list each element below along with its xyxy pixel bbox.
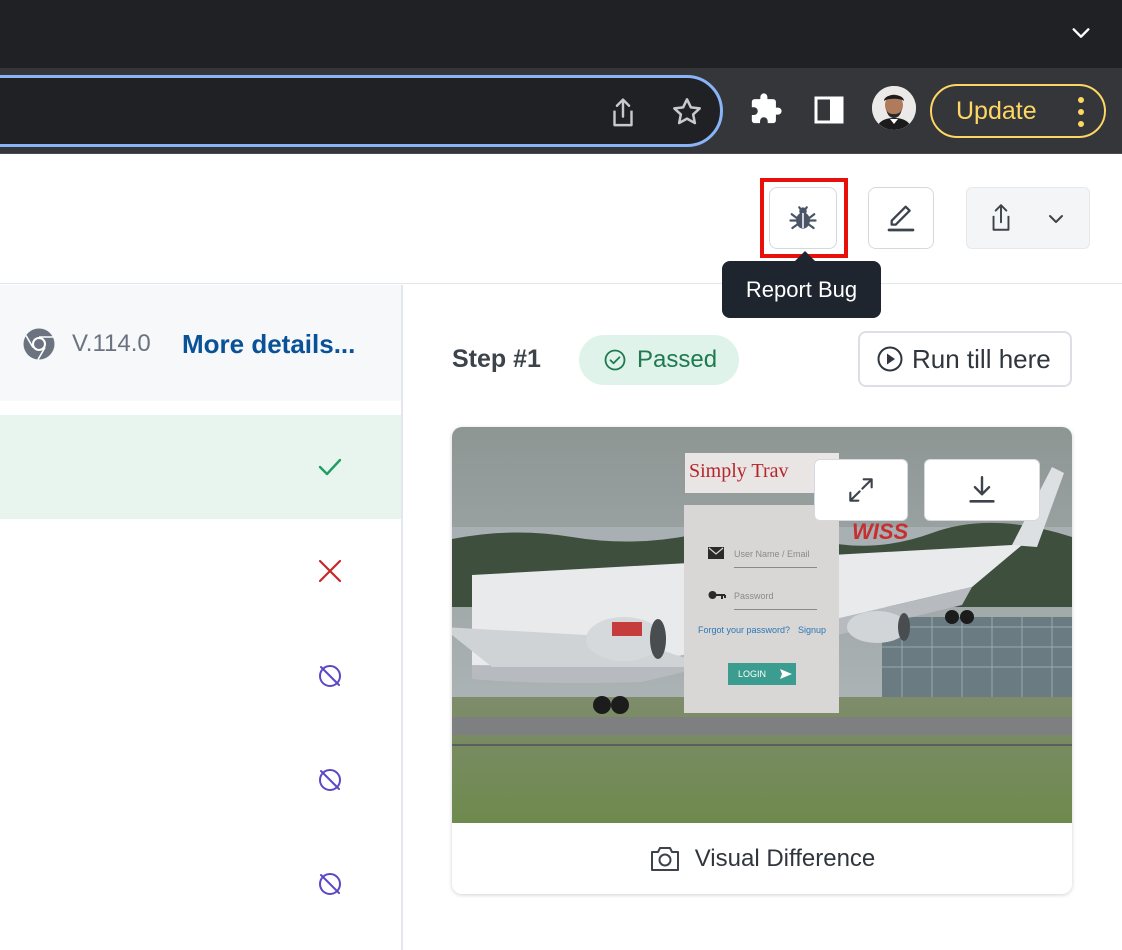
test-step-row[interactable]	[0, 728, 401, 832]
username-placeholder: User Name / Email	[734, 549, 810, 559]
update-label: Update	[956, 96, 1037, 125]
failed-x-icon	[318, 559, 342, 583]
update-chrome-button[interactable]: Update	[930, 84, 1106, 138]
chrome-menu-icon[interactable]	[1078, 97, 1084, 127]
visual-difference-label: Visual Difference	[694, 844, 876, 872]
report-bug-tooltip: Report Bug	[722, 251, 881, 318]
profile-photo-icon	[872, 86, 916, 130]
edit-button[interactable]	[868, 187, 934, 249]
test-step-row[interactable]	[0, 624, 401, 728]
chevron-down-icon	[1049, 215, 1063, 223]
test-step-row[interactable]	[0, 832, 401, 936]
visual-difference-button[interactable]: Visual Difference	[452, 823, 1072, 894]
login-label: LOGIN	[738, 669, 767, 679]
extensions-puzzle-icon[interactable]	[749, 92, 783, 126]
envelope-icon	[708, 547, 724, 559]
skipped-icon	[319, 665, 341, 687]
report-bug-button[interactable]	[769, 187, 837, 249]
airline-livery-text: WISS	[852, 519, 909, 544]
check-circle-icon	[604, 349, 626, 371]
tab-search-chevron-icon[interactable]	[1070, 22, 1092, 44]
app-header	[0, 155, 1122, 284]
play-circle-icon	[877, 346, 903, 372]
share-dropdown[interactable]	[966, 187, 1090, 249]
forgot-password-link: Forgot your password?	[698, 625, 791, 635]
run-till-here-button[interactable]: Run till here	[858, 331, 1072, 387]
step-screenshot[interactable]: WISS Simply Trav User Name / Email Passw…	[452, 427, 1072, 823]
environment-header: V.114.0 More details...	[0, 285, 401, 401]
more-details-link[interactable]: More details...	[182, 329, 355, 360]
browser-tab-strip	[0, 0, 1122, 68]
test-results-panel: V.114.0 More details...	[0, 285, 403, 950]
download-icon	[969, 476, 995, 503]
skipped-icon	[319, 873, 341, 895]
address-bar[interactable]	[0, 75, 723, 147]
browser-toolbar: Update	[0, 68, 1122, 154]
password-placeholder: Password	[734, 591, 774, 601]
bug-icon	[789, 206, 817, 230]
share-page-icon[interactable]	[608, 96, 638, 130]
tooltip-text: Report Bug	[745, 276, 858, 302]
download-screenshot-button[interactable]	[924, 459, 1040, 521]
check-icon	[318, 458, 342, 476]
step-title: Step #1	[452, 345, 541, 373]
pencil-icon	[887, 205, 915, 232]
test-step-row[interactable]	[0, 519, 401, 623]
share-icon	[992, 204, 1010, 231]
username-underline	[734, 567, 817, 568]
send-arrow-icon	[780, 669, 793, 679]
chrome-browser-icon	[23, 328, 55, 360]
signup-link: Signup	[798, 625, 827, 635]
camera-icon	[650, 846, 679, 871]
key-icon	[708, 591, 726, 599]
status-badge: Passed	[579, 335, 739, 385]
profile-avatar[interactable]	[872, 86, 916, 130]
password-underline	[734, 609, 817, 610]
expand-screenshot-button[interactable]	[814, 459, 908, 521]
test-step-row[interactable]	[0, 415, 401, 519]
status-text: Passed	[637, 346, 718, 373]
login-button-preview: LOGIN	[728, 663, 796, 685]
screenshot-card: WISS Simply Trav User Name / Email Passw…	[452, 427, 1072, 894]
login-form-preview: User Name / Email Password Forgot your p…	[684, 505, 839, 713]
side-panel-icon[interactable]	[814, 96, 844, 124]
expand-arrows-icon	[849, 478, 873, 502]
skipped-icon	[319, 769, 341, 791]
browser-version: V.114.0	[72, 330, 151, 357]
step-detail-panel: Step #1 Passed Run till here WISS Simply…	[404, 285, 1122, 950]
bookmark-star-icon[interactable]	[671, 96, 703, 128]
logo-text: Simply Trav	[689, 460, 789, 482]
run-till-here-label: Run till here	[912, 343, 1051, 374]
